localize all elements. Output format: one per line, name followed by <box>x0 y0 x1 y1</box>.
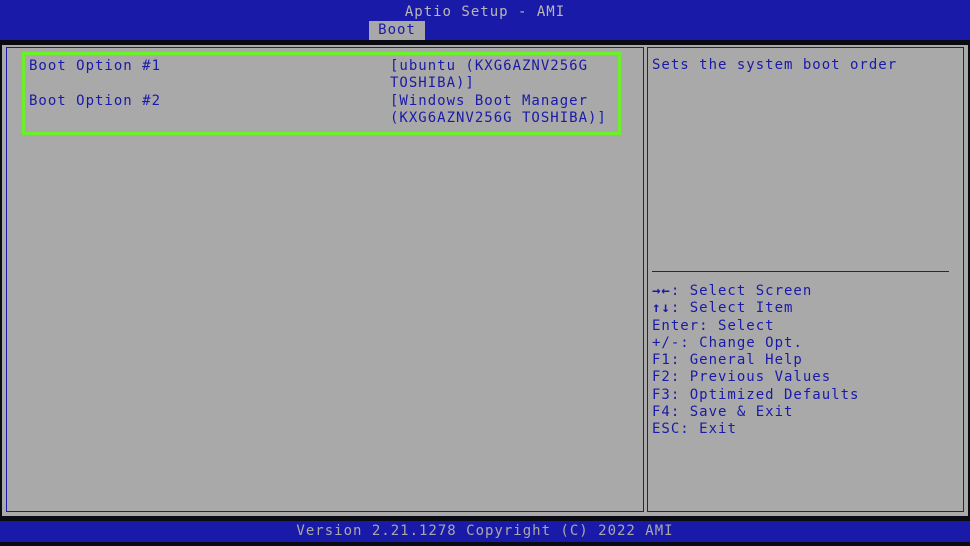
tab-boot[interactable]: Boot <box>369 21 425 40</box>
key-line-enter: Enter: Select <box>652 317 775 334</box>
up-down-arrow-icon: ↑↓ <box>652 300 671 317</box>
help-description: Sets the system boot order <box>652 57 898 73</box>
help-divider <box>652 271 949 272</box>
footer-bar: Version 2.21.1278 Copyright (C) 2022 AMI <box>0 521 970 542</box>
version-copyright: Version 2.21.1278 Copyright (C) 2022 AMI <box>296 523 674 539</box>
boot-option-2-label[interactable]: Boot Option #2 <box>29 93 161 109</box>
boot-option-1-label[interactable]: Boot Option #1 <box>29 58 161 74</box>
title-bar: Aptio Setup - AMI Boot <box>0 0 970 40</box>
key-line-f4: F4: Save & Exit <box>652 404 794 421</box>
app-title: Aptio Setup - AMI <box>404 4 566 20</box>
boot-option-2-value[interactable]: [Windows Boot Manager (KXG6AZNV256G TOSH… <box>390 93 620 127</box>
key-line-f3: F3: Optimized Defaults <box>652 386 860 403</box>
key-line-select-screen: →←: Select Screen <box>652 283 813 299</box>
bios-screen: Aptio Setup - AMI Boot Boot Option #1 [u… <box>0 0 970 546</box>
key-line-f1: F1: General Help <box>652 352 803 369</box>
settings-pane: Boot Option #1 [ubuntu (KXG6AZNV256G TOS… <box>6 47 644 512</box>
boot-option-1-value[interactable]: [ubuntu (KXG6AZNV256G TOSHIBA)] <box>390 58 620 92</box>
main-panel: Boot Option #1 [ubuntu (KXG6AZNV256G TOS… <box>2 45 968 516</box>
key-line-f2: F2: Previous Values <box>652 369 832 386</box>
key-line-change-opt: +/-: Change Opt. <box>652 334 803 351</box>
help-pane: Sets the system boot order →←: Select Sc… <box>647 47 964 512</box>
key-line-select-item: ↑↓: Select Item <box>652 300 794 317</box>
left-right-arrow-icon: →← <box>652 283 671 299</box>
key-line-esc: ESC: Exit <box>652 421 737 438</box>
key-legend: →←: Select Screen ↑↓: Select Item Enter:… <box>652 283 859 439</box>
